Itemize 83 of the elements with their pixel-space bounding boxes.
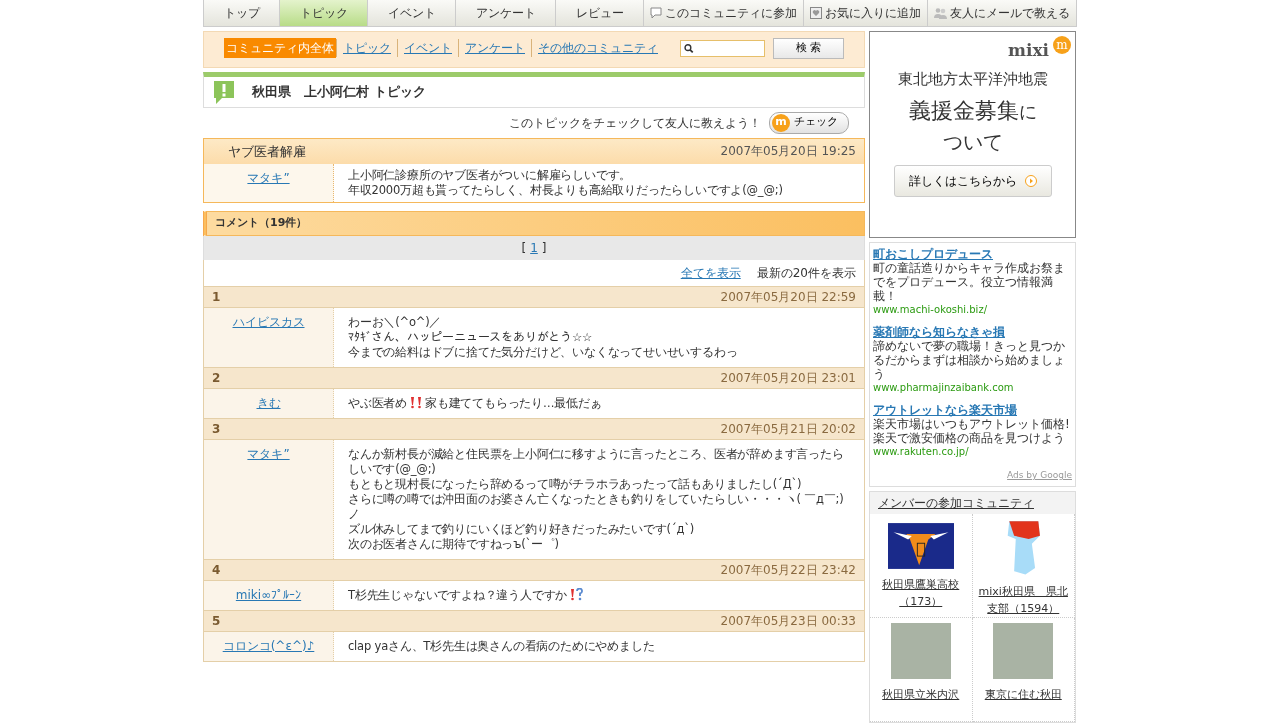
pager-bracket: [ — [521, 240, 527, 255]
comment-number: 3 — [212, 420, 221, 438]
search-icon — [684, 42, 694, 54]
community-name-link[interactable]: 東京に住む秋田 — [974, 687, 1072, 704]
check-button[interactable]: m チェック — [769, 111, 849, 134]
ad-title-link[interactable]: 町おこしプロデュース — [873, 247, 1072, 261]
search-scope-link[interactable]: イベント — [397, 39, 458, 58]
author-link[interactable]: マタキ” — [247, 446, 290, 461]
banner-heading: 東北地方太平洋沖地震 — [896, 68, 1049, 90]
nav-tab[interactable]: トピック — [280, 0, 368, 26]
comment-text: やぶ医者め — [348, 395, 407, 410]
community-name-link[interactable]: 秋田県鷹巣高校（173） — [872, 577, 970, 610]
nav-tab[interactable]: イベント — [368, 0, 456, 26]
topic-title: ヤブ医者解雇 — [227, 142, 306, 161]
comment-date: 2007年05月23日 00:33 — [720, 612, 856, 630]
author-link[interactable]: きむ — [256, 395, 281, 410]
comment-text: もともと現村長になったら辞めるって噂がチラホラあったって話もありましたし(´Д`) — [348, 476, 802, 491]
comment-date: 2007年05月22日 23:42 — [720, 561, 856, 579]
speech-bubble-icon — [650, 7, 662, 19]
comment-text: なんか新村長が減給と住民票を上小阿仁に移すように言ったところ、医者が辞めます言ったらしいです(@_@;) — [348, 446, 844, 476]
comment-text: T杉先生じゃないですよね？違う人ですか — [348, 587, 568, 602]
ad-url: www.machi-okoshi.biz/ — [873, 303, 988, 317]
banner-headline-suffix: に — [1018, 101, 1037, 122]
ad-url: www.rakuten.co.jp/ — [873, 445, 970, 459]
ad-title-link[interactable]: 薬剤師なら知らなきゃ損 — [873, 325, 1072, 339]
people-icon — [934, 7, 947, 19]
banner-ad[interactable]: mixi m 東北地方太平洋沖地震 義援金募集に ついて 詳しくはこちらから — [869, 31, 1076, 238]
comments-header: コメント（19件） — [203, 211, 865, 236]
mixi-logo-mark: m — [1053, 35, 1071, 54]
comment-text: ﾏﾀｷﾞさん、ハッピーニュースをありがとう☆☆ — [348, 329, 593, 344]
community-name-link[interactable]: 秋田県立米内沢 — [872, 687, 970, 704]
author-link[interactable]: ハイビスカス — [232, 314, 305, 329]
comment-date: 2007年05月20日 22:59 — [720, 288, 856, 306]
topic-text: 年収2000万超も貰ってたらしく、村長よりも高給取りだったらしいですよ(@_@;) — [348, 183, 783, 198]
double-exclamation-icon — [409, 395, 423, 409]
author-link[interactable]: マタキ” — [247, 171, 290, 185]
comment-number: 1 — [212, 288, 221, 306]
comment-date: 2007年05月20日 23:01 — [720, 369, 856, 387]
community-name-link[interactable]: mixi秋田県 県北支部（1594） — [974, 584, 1072, 617]
comment-text: 次のお医者さんに期待ですねっъ(`ー゜) — [348, 536, 559, 551]
banner-headline-continued: ついて — [941, 129, 1004, 156]
search-button[interactable]: 検 索 — [772, 38, 844, 59]
comment-text: わーお＼(^o^)／ — [348, 314, 442, 329]
check-prompt: このトピックをチェックして友人に教えよう！ — [509, 114, 761, 132]
nav-tab[interactable]: このコミュニティに参加 — [644, 0, 804, 26]
topic-text: 上小阿仁診療所のヤブ医者がついに解雇らしいです。 — [348, 168, 633, 183]
comment-date: 2007年05月21日 20:02 — [720, 420, 856, 438]
ad-url: www.pharmajinzaibank.com — [873, 381, 1015, 395]
ad-text: 楽天市場はいつもアウトレット価格!楽天で激安価格の商品を見つけよう — [873, 417, 1071, 445]
comment-text: clap yaさん、T杉先生は奥さんの看病のためにやめました — [348, 638, 655, 653]
pager-bracket: ] — [541, 240, 547, 255]
search-scope-link[interactable]: その他のコミュニティ — [531, 39, 664, 58]
topic-date: 2007年05月20日 19:25 — [720, 143, 856, 161]
banner-headline: 義援金募集 — [908, 98, 1019, 123]
comment-text: 今までの給料はドブに捨てた気分だけど、いなくなってせいせいするわっ — [348, 344, 738, 359]
page-title: 秋田県 上小阿仁村 トピック — [252, 82, 426, 101]
page-link[interactable]: 1 — [530, 240, 538, 255]
comment-text: さらに噂の噂では沖田面のお婆さん亡くなったときも釣りをしていたらしい・・・ヽ( ￣д￣;)ノ — [348, 491, 844, 521]
search-scope-link[interactable]: アンケート — [458, 39, 531, 58]
ad-text: 諦めないで夢の職場！きっと見つかるだからまずは相談から始めましょう — [873, 339, 1066, 381]
latest-count-text: 最新の20件を表示 — [756, 264, 856, 282]
show-all-link[interactable]: 全てを表示 — [680, 263, 741, 282]
mixi-logo-text: mixi — [1007, 39, 1049, 62]
nav-tab[interactable]: 友人にメールで教える — [928, 0, 1076, 26]
nav-tab[interactable]: アンケート — [456, 0, 556, 26]
nav-tab[interactable]: お気に入りに追加 — [804, 0, 928, 26]
nav-tab[interactable]: レビュー — [556, 0, 644, 26]
mixi-m-mark: m — [772, 113, 790, 132]
play-icon — [1024, 175, 1037, 187]
comment-text: ズル休みしてまで釣りにいくほど釣り好きだったみたいです(´д`) — [348, 521, 695, 536]
comment-number: 4 — [212, 561, 221, 579]
comment-number: 2 — [212, 369, 221, 387]
search-scope-link[interactable]: トピック — [336, 39, 397, 58]
heart-icon — [810, 7, 822, 19]
exclamation-question-icon — [569, 587, 584, 601]
ad-text: 町の童話造りからキャラ作成お祭までをプロデュース。役立つ情報満載！ — [873, 261, 1066, 303]
exclamation-bubble-icon — [212, 78, 236, 105]
school-emblem-image[interactable] — [887, 523, 954, 569]
search-field[interactable] — [680, 39, 765, 57]
details-button[interactable]: 詳しくはこちらから — [893, 165, 1052, 197]
comment-number: 5 — [212, 612, 221, 630]
comment-text: 家も建ててもらったり…最低だぁ — [425, 395, 602, 410]
ad-title-link[interactable]: アウトレットなら楽天市場 — [873, 403, 1072, 417]
